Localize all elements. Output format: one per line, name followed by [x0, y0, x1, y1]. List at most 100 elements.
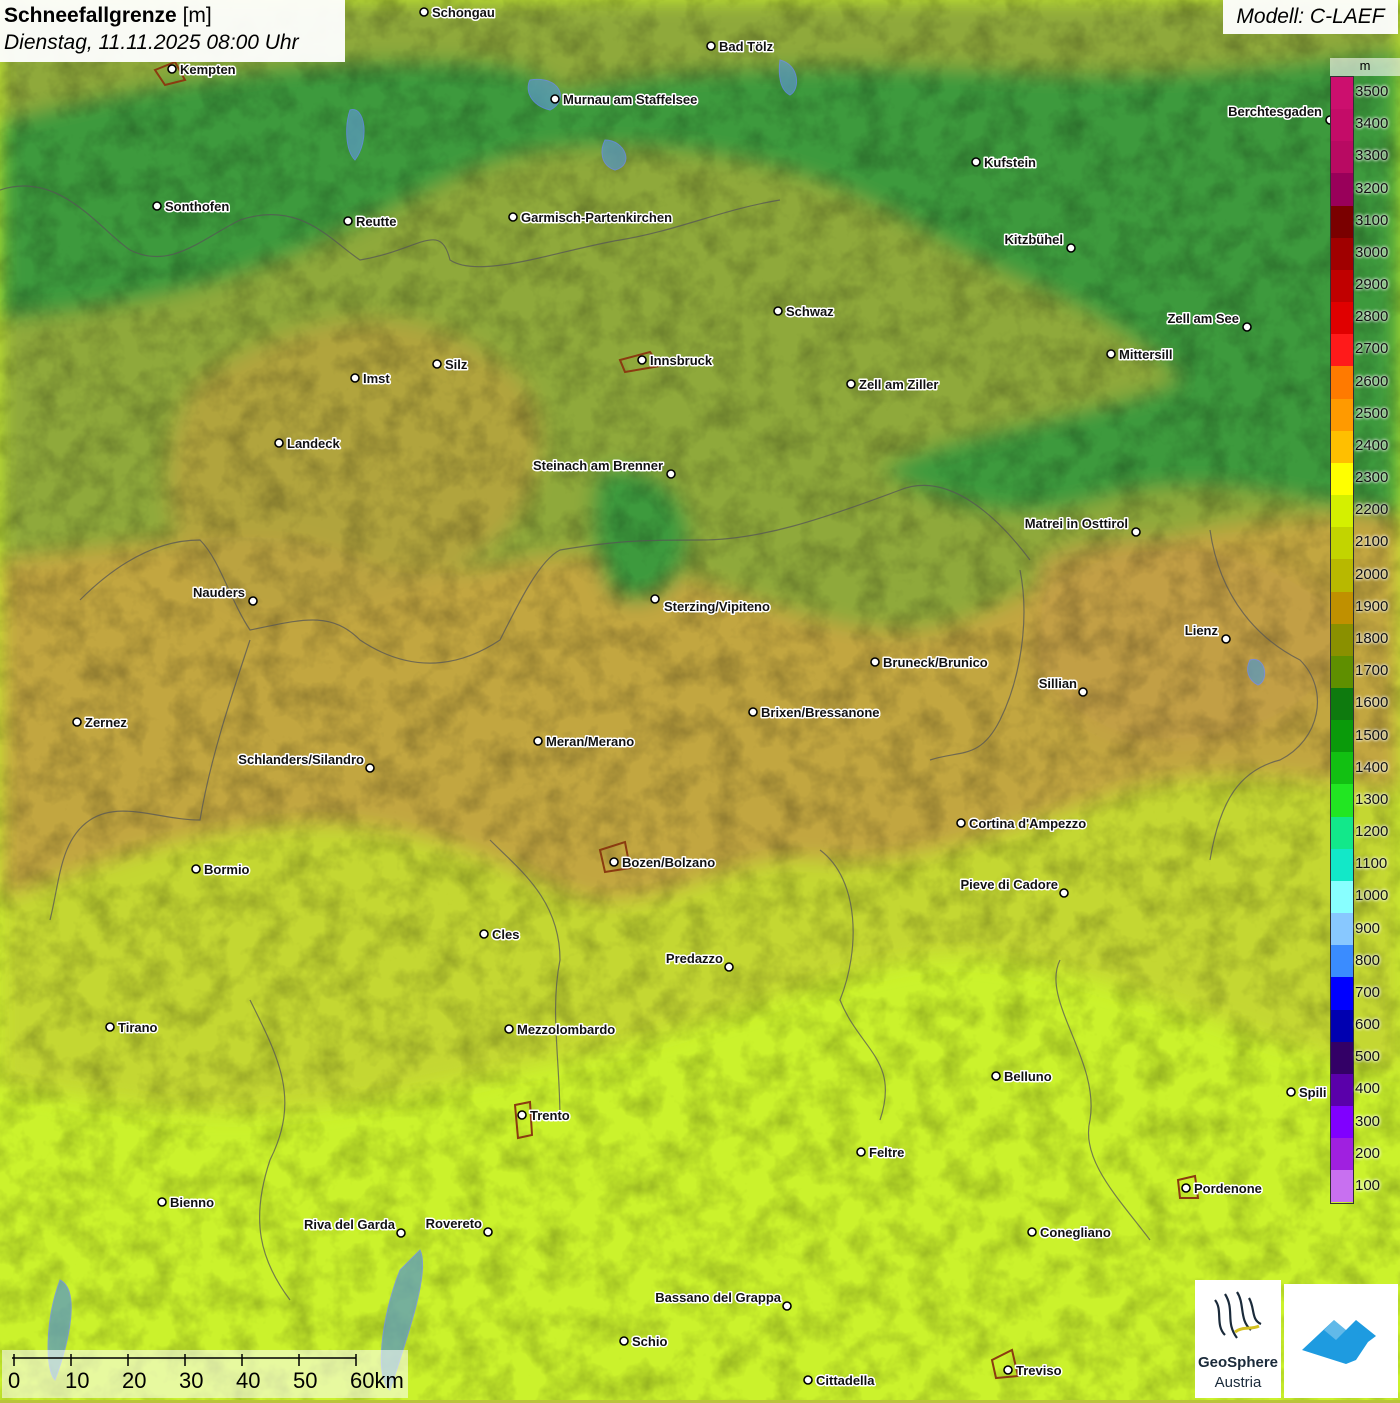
city-dot [533, 736, 543, 746]
city-label: Sonthofen [165, 199, 229, 214]
city-dot [724, 962, 734, 972]
city-label: Mittersill [1119, 347, 1172, 362]
legend-swatch [1331, 334, 1353, 367]
city-label: Meran/Merano [546, 734, 634, 749]
city-marker[interactable]: Cortina d'Ampezzo [956, 815, 1088, 833]
city-marker[interactable]: Pordenone [1181, 1180, 1263, 1198]
legend-label: 2600 [1355, 372, 1389, 390]
city-label: Pordenone [1194, 1181, 1262, 1196]
legend-label: 1800 [1355, 630, 1389, 647]
legend-swatch [1331, 205, 1353, 238]
legend-label: 2000 [1355, 565, 1389, 583]
city-dot [1242, 322, 1252, 332]
legend-label: 2100 [1355, 533, 1389, 551]
city-dot [637, 355, 647, 365]
city-marker[interactable]: Innsbruck [637, 352, 714, 370]
city-dot [971, 157, 981, 167]
city-label: Pieve di Cadore [960, 877, 1058, 892]
legend-label: 3400 [1355, 115, 1389, 133]
city-label: Schongau [432, 5, 495, 20]
city-label: Zell am See [1167, 311, 1239, 326]
city-marker[interactable]: Conegliano [1027, 1224, 1112, 1242]
legend-swatch [1331, 302, 1353, 335]
legend-label: 500 [1355, 1048, 1381, 1066]
legend-swatch [1331, 559, 1353, 592]
legend-label: 1200 [1355, 823, 1389, 841]
city-dot [350, 373, 360, 383]
city-dot [152, 201, 162, 211]
legend-label: 700 [1355, 983, 1381, 1001]
legend-label: 800 [1355, 951, 1381, 969]
legend-label: 600 [1355, 1016, 1381, 1034]
city-marker[interactable]: Sonthofen [152, 198, 231, 216]
legend-swatch [1331, 977, 1353, 1010]
city-marker[interactable]: Murnau am Staffelsee [550, 91, 699, 109]
city-label: Sterzing/Vipiteno [664, 599, 770, 614]
city-marker[interactable]: Schongau [419, 4, 496, 22]
map-datetime: Dienstag, 11.11.2025 08:00 Uhr [4, 31, 299, 54]
city-marker[interactable]: Bruneck/Brunico [870, 654, 989, 672]
city-dot [105, 1022, 115, 1032]
legend-swatch [1331, 913, 1353, 946]
city-label: Feltre [869, 1145, 904, 1160]
city-label: Treviso [1016, 1363, 1062, 1378]
city-dot [782, 1301, 792, 1311]
legend-colorbar [1330, 76, 1354, 1204]
legend-label: 1400 [1355, 758, 1389, 776]
snowline-map[interactable]: Schongau Bad Tölz Kempten Murnau am Staffel… [0, 0, 1400, 1400]
legend-label: 1900 [1355, 597, 1389, 615]
scale-label: 0 [8, 1368, 21, 1393]
legend-swatch [1331, 109, 1353, 142]
city-marker[interactable]: Zell am Ziller [846, 376, 940, 394]
legend-swatch [1331, 462, 1353, 496]
legend-swatch [1331, 237, 1353, 270]
legend-swatch [1331, 1073, 1353, 1106]
city-dot [508, 212, 518, 222]
city-dot [1059, 888, 1069, 898]
legend-swatch [1331, 720, 1353, 753]
city-label: Zernez [85, 715, 127, 730]
city-dot [1221, 634, 1231, 644]
city-label: Cittadella [816, 1373, 875, 1388]
scale-label: 20 [122, 1368, 147, 1393]
city-marker[interactable]: Mezzolombardo [504, 1021, 617, 1039]
city-marker[interactable]: Meran/Merano [533, 733, 636, 751]
legend-label: 400 [1355, 1080, 1381, 1098]
legend-swatch [1331, 141, 1353, 174]
legend-swatch [1331, 1138, 1353, 1171]
legend-swatch [1331, 784, 1353, 817]
geosphere-country: Austria [1214, 1374, 1262, 1391]
city-dot [396, 1228, 406, 1238]
city-label: Kufstein [984, 155, 1036, 170]
city-dot [666, 469, 676, 479]
city-label: Garmisch-Partenkirchen [521, 210, 672, 225]
city-label: Bad Tölz [719, 39, 774, 54]
city-label: Tirano [118, 1020, 158, 1035]
city-label: Trento [530, 1108, 570, 1123]
legend-swatch [1331, 655, 1353, 688]
city-dot [706, 41, 716, 51]
city-label: Berchtesgaden [1228, 104, 1322, 119]
city-label: Innsbruck [650, 353, 713, 368]
city-dot [1131, 527, 1141, 537]
city-label: Bruneck/Brunico [883, 655, 988, 670]
legend-label: 1600 [1355, 694, 1389, 712]
city-marker[interactable]: Brixen/Bressanone [748, 704, 881, 722]
city-dot [1286, 1087, 1296, 1097]
geosphere-logo[interactable]: GeoSphere Austria [1195, 1280, 1281, 1398]
legend-swatch [1331, 945, 1353, 978]
legend-label: 1500 [1355, 726, 1389, 744]
city-marker[interactable]: Bozen/Bolzano [609, 854, 717, 872]
scale-label: 50 [293, 1368, 318, 1393]
map-unit: [m] [182, 4, 212, 27]
app-logo[interactable] [1284, 1284, 1398, 1398]
city-marker[interactable]: Garmisch-Partenkirchen [508, 209, 674, 227]
city-dot [991, 1071, 1001, 1081]
legend-swatch [1331, 848, 1353, 881]
scale-label: 40 [236, 1368, 261, 1393]
legend-swatch [1331, 1009, 1353, 1042]
city-label: Spili [1299, 1085, 1326, 1100]
city-label: Mezzolombardo [517, 1022, 615, 1037]
legend-label: 2200 [1355, 501, 1389, 519]
legend-label: 900 [1355, 919, 1381, 937]
